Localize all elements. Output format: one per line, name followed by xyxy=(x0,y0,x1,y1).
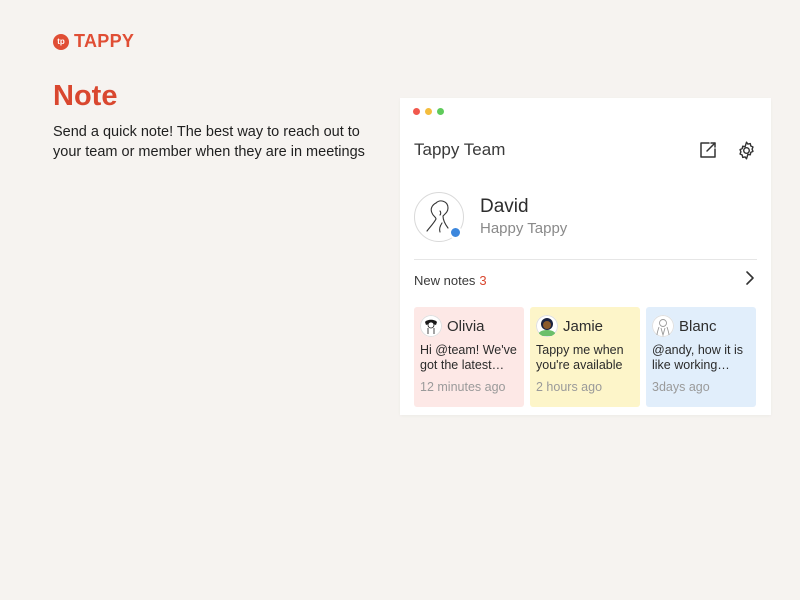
note-text: Tappy me when you're available xyxy=(536,343,624,372)
page-title: Note xyxy=(53,80,118,112)
brand-logo: tp TAPPY xyxy=(53,31,134,52)
avatar xyxy=(420,315,442,337)
note-author: Blanc xyxy=(679,317,717,335)
tappy-logo-icon: tp xyxy=(53,33,69,50)
divider xyxy=(414,259,757,260)
window-header: Tappy Team xyxy=(414,138,757,162)
gear-icon[interactable] xyxy=(736,140,757,161)
note-text: Hi @team! We've got the latest… xyxy=(420,343,517,372)
chevron-right-icon[interactable] xyxy=(743,270,757,291)
note-timestamp: 3days ago xyxy=(652,380,710,394)
brand-name: TAPPY xyxy=(74,31,135,51)
user-profile[interactable]: David Happy Tappy xyxy=(414,192,567,242)
avatar xyxy=(536,315,558,337)
note-text: @andy, how it is like working… xyxy=(652,343,743,372)
note-timestamp: 12 minutes ago xyxy=(420,380,506,394)
note-card[interactable]: Blanc @andy, how it is like working… 3da… xyxy=(646,307,756,407)
page-description: Send a quick note! The best way to reach… xyxy=(53,124,365,160)
note-timestamp: 2 hours ago xyxy=(536,380,603,394)
new-notes-label: New notes 3 xyxy=(414,272,487,288)
avatar[interactable] xyxy=(414,192,464,242)
avatar xyxy=(652,315,674,337)
user-name: David xyxy=(480,196,529,217)
close-window-dot[interactable] xyxy=(413,108,420,115)
notes-list: Olivia Hi @team! We've got the latest… 1… xyxy=(414,307,756,407)
minimize-window-dot[interactable] xyxy=(425,108,432,115)
maximize-window-dot[interactable] xyxy=(437,108,444,115)
online-status-dot xyxy=(449,226,462,239)
note-author: Olivia xyxy=(447,317,485,335)
window-title: Tappy Team xyxy=(414,140,506,159)
note-card[interactable]: Olivia Hi @team! We've got the latest… 1… xyxy=(414,307,524,407)
new-notes-count: 3 xyxy=(479,272,487,288)
new-notes-link[interactable]: New notes 3 xyxy=(414,270,757,290)
compose-icon[interactable] xyxy=(697,140,718,161)
app-window: Tappy Team David Happy Tappy New notes 3… xyxy=(400,98,771,415)
user-status: Happy Tappy xyxy=(480,220,568,237)
note-card[interactable]: Jamie Tappy me when you're available 2 h… xyxy=(530,307,640,407)
note-author: Jamie xyxy=(563,317,604,335)
window-controls xyxy=(413,108,444,115)
